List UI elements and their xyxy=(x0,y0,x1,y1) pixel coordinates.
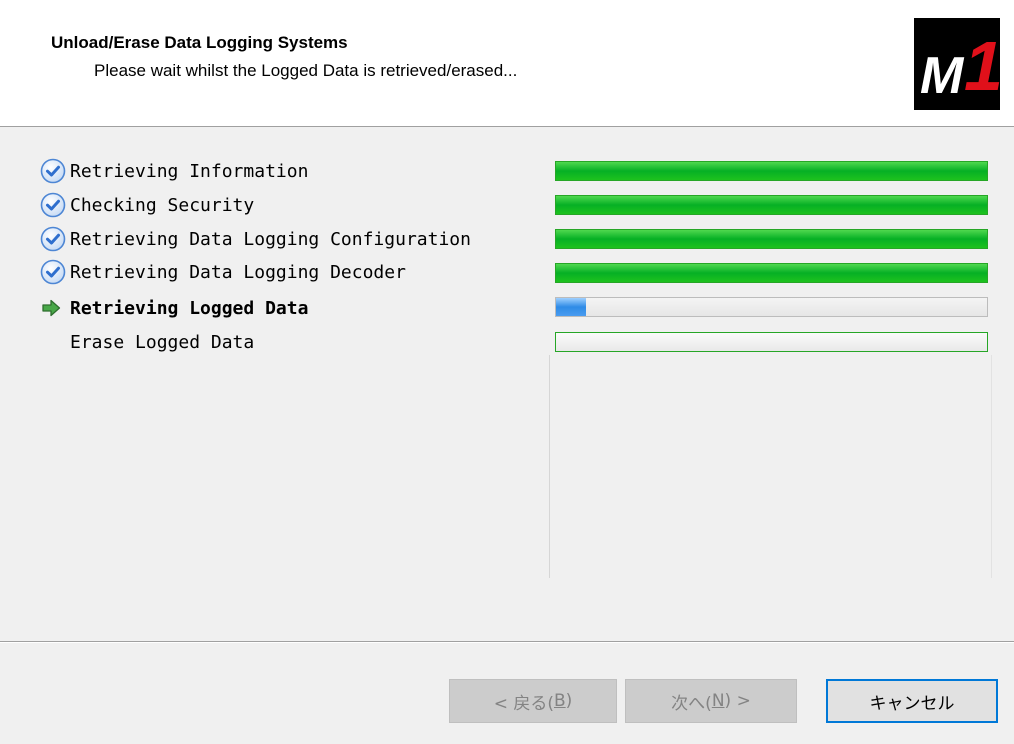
next-suffix: ) > xyxy=(724,691,751,711)
divider xyxy=(549,355,550,578)
back-button[interactable]: < 戻る(B) xyxy=(449,679,617,723)
check-circle-icon xyxy=(40,191,70,219)
progress-bar-retrieving-logged-data xyxy=(555,297,988,317)
cancel-button-label: キャンセル xyxy=(869,693,955,714)
divider xyxy=(991,355,992,578)
back-mnemonic: B xyxy=(553,691,566,711)
step-retrieving-configuration: Retrieving Data Logging Configuration xyxy=(40,225,471,253)
progress-fill xyxy=(556,264,987,282)
progress-fill xyxy=(556,162,987,180)
progress-bar-retrieving-decoder xyxy=(555,263,988,283)
progress-fill xyxy=(556,196,987,214)
arrow-right-icon xyxy=(40,294,70,322)
step-erase-logged-data: Erase Logged Data xyxy=(40,328,254,356)
progress-bar-retrieving-information xyxy=(555,161,988,181)
progress-fill xyxy=(556,230,987,248)
progress-bar-checking-security xyxy=(555,195,988,215)
wizard-subtitle: Please wait whilst the Logged Data is re… xyxy=(94,61,518,80)
m1-logo: M 1 xyxy=(914,18,1000,110)
step-label: Checking Security xyxy=(70,194,255,216)
cancel-button[interactable]: キャンセル xyxy=(826,679,998,723)
back-button-label: < 戻る( xyxy=(493,693,554,714)
step-checking-security: Checking Security xyxy=(40,191,254,219)
back-suffix: ) xyxy=(565,691,573,711)
progress-bar-retrieving-configuration xyxy=(555,229,988,249)
logo-letter-m: M xyxy=(920,47,963,105)
step-label: Erase Logged Data xyxy=(70,331,255,353)
wizard-title: Unload/Erase Data Logging Systems xyxy=(51,33,348,52)
wizard-header: Unload/Erase Data Logging Systems Please… xyxy=(0,0,1014,127)
check-circle-icon xyxy=(40,225,70,253)
logo-digit-1: 1 xyxy=(964,27,1000,105)
step-retrieving-logged-data: Retrieving Logged Data xyxy=(40,294,308,322)
check-circle-icon xyxy=(40,258,70,286)
step-label: Retrieving Data Logging Decoder xyxy=(70,261,406,283)
check-circle-icon xyxy=(40,157,70,185)
progress-bar-erase-logged-data xyxy=(555,332,988,352)
progress-fill xyxy=(556,298,587,316)
step-retrieving-decoder: Retrieving Data Logging Decoder xyxy=(40,258,406,286)
step-label: Retrieving Data Logging Configuration xyxy=(70,228,471,250)
next-button[interactable]: 次へ(N) > xyxy=(625,679,797,723)
step-label: Retrieving Logged Data xyxy=(70,297,309,319)
step-label: Retrieving Information xyxy=(70,160,309,182)
next-mnemonic: N xyxy=(711,691,725,711)
step-retrieving-information: Retrieving Information xyxy=(40,157,308,185)
footer-separator xyxy=(0,641,1014,643)
next-button-label: 次へ( xyxy=(671,693,712,714)
